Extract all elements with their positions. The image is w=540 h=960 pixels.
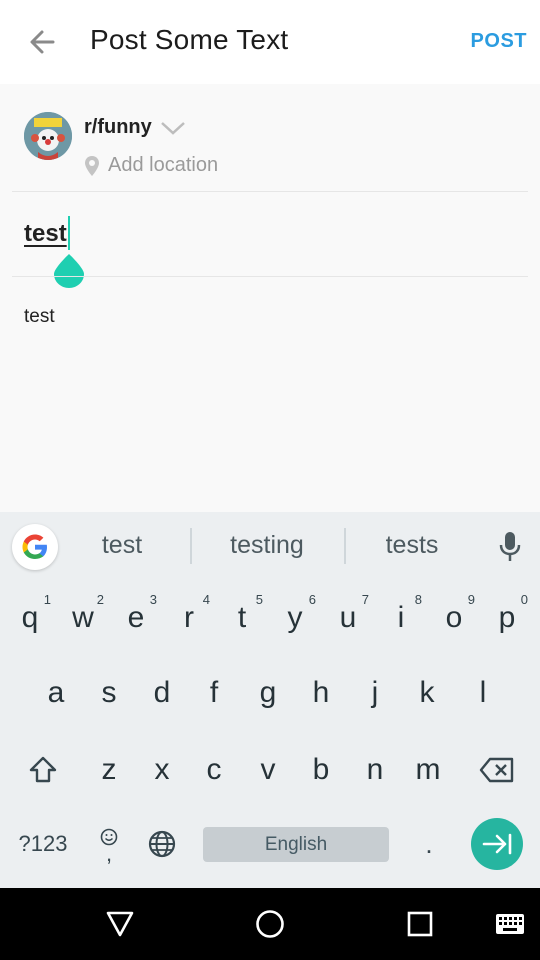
key-n[interactable]: n	[350, 742, 400, 798]
enter-key[interactable]	[471, 818, 523, 870]
emoji-comma-key[interactable]: ,	[92, 820, 126, 870]
key-q[interactable]: q1	[5, 590, 55, 646]
arrow-left-icon	[30, 30, 55, 54]
google-g-icon	[22, 534, 47, 559]
key-d[interactable]: d	[137, 665, 187, 721]
nav-keyboard-button[interactable]	[488, 902, 532, 946]
symbols-key[interactable]: ?123	[12, 822, 74, 866]
title-input[interactable]: test	[24, 220, 67, 248]
circle-home-icon	[256, 910, 284, 938]
key-z[interactable]: z	[84, 742, 134, 798]
divider	[12, 191, 528, 192]
key-r[interactable]: r4	[164, 590, 214, 646]
key-t[interactable]: t5	[217, 590, 267, 646]
period-key[interactable]: .	[412, 826, 446, 862]
key-l[interactable]: l	[458, 665, 508, 721]
text-cursor	[68, 216, 70, 250]
key-a[interactable]: a	[31, 665, 81, 721]
key-j[interactable]: j	[350, 665, 400, 721]
enter-arrow-icon	[482, 833, 512, 855]
key-k[interactable]: k	[402, 665, 452, 721]
back-button[interactable]	[20, 24, 64, 60]
system-nav-bar	[0, 888, 540, 960]
microphone-icon[interactable]	[496, 530, 524, 564]
key-s[interactable]: s	[84, 665, 134, 721]
community-avatar[interactable]	[24, 112, 72, 160]
key-m[interactable]: m	[403, 742, 453, 798]
community-avatar-image	[24, 112, 72, 160]
key-c[interactable]: c	[189, 742, 239, 798]
keyboard-icon	[496, 914, 524, 934]
post-composer: r/funny Add location test test	[0, 84, 540, 512]
page-title: Post Some Text	[90, 24, 289, 55]
screen: Post Some Text POST r/funny Add location…	[0, 0, 540, 960]
space-key[interactable]: English	[203, 827, 389, 862]
key-b[interactable]: b	[296, 742, 346, 798]
shift-icon	[29, 756, 57, 783]
key-g[interactable]: g	[243, 665, 293, 721]
app-header: Post Some Text POST	[0, 0, 540, 84]
divider	[12, 276, 528, 277]
square-recents-icon	[407, 911, 433, 937]
key-f[interactable]: f	[189, 665, 239, 721]
nav-back-button[interactable]	[98, 902, 142, 946]
nav-home-button[interactable]	[248, 902, 292, 946]
globe-icon	[148, 830, 176, 858]
cursor-handle[interactable]	[54, 254, 84, 288]
location-placeholder: Add location	[108, 154, 219, 176]
body-input[interactable]: test	[24, 306, 55, 328]
key-h[interactable]: h	[296, 665, 346, 721]
key-u[interactable]: u7	[323, 590, 373, 646]
google-button[interactable]	[12, 524, 58, 570]
key-i[interactable]: i8	[376, 590, 426, 646]
backspace-key[interactable]	[472, 745, 522, 795]
comma-label: ,	[105, 841, 113, 866]
key-p[interactable]: p0	[482, 590, 532, 646]
community-selector[interactable]: r/funny	[84, 116, 186, 139]
community-name: r/funny	[84, 116, 152, 138]
backspace-icon	[479, 757, 514, 783]
post-button[interactable]: POST	[471, 30, 527, 53]
suggestion-3[interactable]: tests	[362, 531, 462, 560]
suggestion-separator	[344, 528, 346, 564]
key-v[interactable]: v	[243, 742, 293, 798]
map-pin-icon	[85, 155, 99, 176]
key-o[interactable]: o9	[429, 590, 479, 646]
key-y[interactable]: y6	[270, 590, 320, 646]
chevron-down-icon	[160, 121, 185, 135]
key-w[interactable]: w2	[58, 590, 108, 646]
suggestion-2[interactable]: testing	[212, 531, 322, 560]
key-e[interactable]: e3	[111, 590, 161, 646]
nav-recents-button[interactable]	[398, 902, 442, 946]
suggestion-1[interactable]: test	[72, 531, 172, 560]
suggestion-separator	[190, 528, 192, 564]
add-location[interactable]: Add location	[84, 154, 218, 177]
key-x[interactable]: x	[137, 742, 187, 798]
language-key[interactable]	[144, 826, 180, 862]
triangle-back-icon	[106, 911, 134, 937]
shift-key[interactable]	[20, 745, 66, 795]
